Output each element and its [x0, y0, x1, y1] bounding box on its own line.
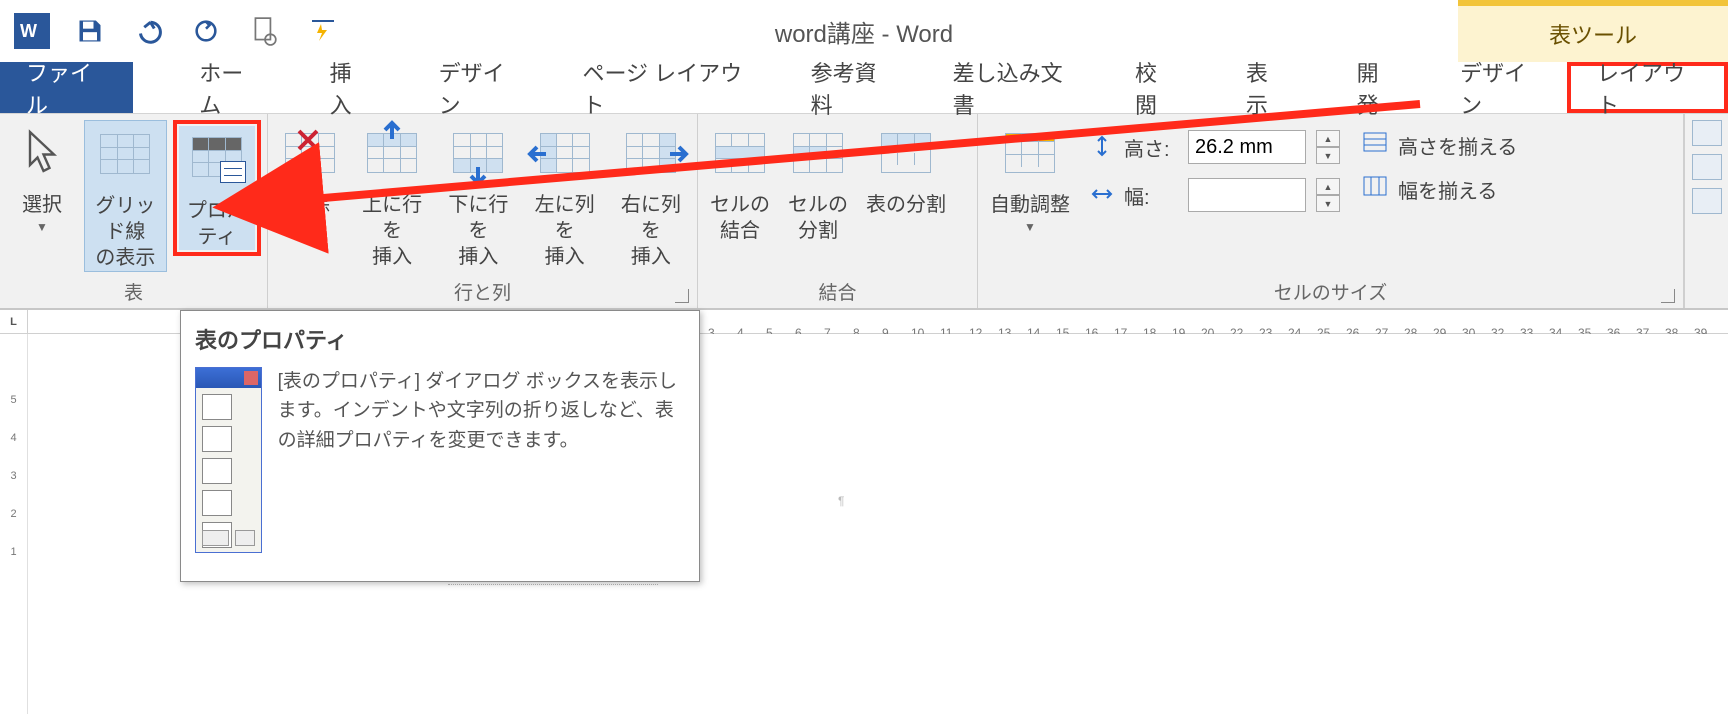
group-cellsize-label: セルのサイズ — [984, 276, 1677, 306]
tab-view[interactable]: 表示 — [1220, 62, 1312, 113]
gridlines-label-2: の表示 — [95, 245, 155, 271]
width-input[interactable] — [1188, 178, 1306, 212]
dialog-launcher-icon[interactable] — [675, 289, 689, 303]
tooltip-title: 表のプロパティ — [195, 323, 685, 355]
insert-col-left-button[interactable]: 左に列を 挿入 — [525, 120, 605, 270]
tab-home[interactable]: ホーム — [173, 62, 285, 113]
quick-access-toolbar: W — [0, 13, 340, 49]
tab-review[interactable]: 校閲 — [1109, 62, 1201, 113]
paragraph-mark-icon: ¶ — [838, 494, 844, 508]
distribute-rows-icon — [1362, 130, 1388, 160]
view-gridlines-button[interactable]: グリッド線 の表示 — [84, 120, 167, 272]
distribute-rows-button[interactable]: 高さを揃える — [1362, 130, 1517, 160]
autofit-button[interactable]: 自動調整 ▼ — [984, 120, 1076, 236]
delete-label: 削除 — [290, 192, 330, 218]
merge-cells-button[interactable]: セルの 結合 — [704, 120, 776, 244]
height-label: 高さ: — [1124, 133, 1178, 162]
save-icon[interactable] — [72, 13, 108, 49]
dialog-launcher-icon[interactable] — [1661, 289, 1675, 303]
tab-table-design[interactable]: デザイン — [1434, 62, 1567, 113]
group-merge-label: 結合 — [704, 276, 971, 306]
properties-highlight: プロパティ — [173, 120, 261, 256]
tooltip-text: [表のプロパティ] ダイアログ ボックスを表示します。インデントや文字列の折り返… — [278, 367, 685, 553]
select-label: 選択 — [22, 192, 62, 218]
tab-table-layout[interactable]: レイアウト — [1567, 62, 1728, 113]
print-preview-icon[interactable] — [246, 13, 282, 49]
insert-row-below-icon — [448, 124, 508, 182]
split-table-icon — [876, 124, 936, 182]
properties-icon — [187, 130, 247, 188]
delete-icon — [280, 124, 340, 182]
merge-cells-icon — [710, 124, 770, 182]
gridlines-label-1: グリッド線 — [91, 193, 160, 245]
vertical-ruler[interactable]: 54321 — [0, 334, 28, 714]
distribute-buttons: 高さを揃える 幅を揃える — [1354, 120, 1525, 214]
tab-references[interactable]: 参考資料 — [785, 62, 918, 113]
select-button[interactable]: 選択 ▼ — [6, 120, 78, 236]
split-cells-icon — [788, 124, 848, 182]
delete-button[interactable]: 削除 ▼ — [274, 120, 346, 236]
insert-row-above-button[interactable]: 上に行を 挿入 — [352, 120, 432, 270]
distribute-cols-button[interactable]: 幅を揃える — [1362, 174, 1517, 204]
insert-col-left-icon — [535, 124, 595, 182]
tab-developer[interactable]: 開発 — [1331, 62, 1423, 113]
properties-label: プロパティ — [185, 198, 249, 250]
height-icon — [1090, 134, 1114, 161]
group-table-label: 表 — [6, 276, 261, 306]
align-top-left-button[interactable] — [1692, 120, 1722, 146]
ruler-corner[interactable]: L — [0, 310, 28, 334]
tooltip: 表のプロパティ [表のプロパティ] ダイアログ ボックスを表示します。インデント… — [180, 310, 700, 582]
dropdown-arrow-icon: ▼ — [36, 220, 48, 236]
insert-col-right-button[interactable]: 右に列を 挿入 — [611, 120, 691, 270]
align-bottom-left-button[interactable] — [1692, 188, 1722, 214]
insert-row-above-icon — [362, 124, 422, 182]
align-mid-left-button[interactable] — [1692, 154, 1722, 180]
alignment-strip — [1684, 114, 1728, 308]
width-label: 幅: — [1124, 181, 1178, 210]
height-input[interactable] — [1188, 130, 1306, 164]
width-spinner[interactable]: ▲▼ — [1316, 178, 1340, 212]
tab-design[interactable]: デザイン — [413, 62, 546, 113]
redo-icon[interactable] — [188, 13, 224, 49]
tab-file[interactable]: ファイル — [0, 62, 133, 113]
word-logo-icon: W — [14, 13, 50, 49]
group-rows-cols: 削除 ▼ 上に行を 挿入 下に行を 挿入 — [268, 114, 698, 308]
group-cell-size: 自動調整 ▼ 高さ: ▲▼ 幅: ▲▼ — [978, 114, 1684, 308]
lightning-icon[interactable] — [304, 13, 340, 49]
split-cells-button[interactable]: セルの 分割 — [782, 120, 854, 244]
dropdown-arrow-icon: ▼ — [1024, 220, 1036, 236]
size-inputs: 高さ: ▲▼ 幅: ▲▼ — [1082, 120, 1348, 222]
split-table-button[interactable]: 表の分割 — [860, 120, 952, 218]
insert-col-right-icon — [621, 124, 681, 182]
title-bar: W word講座 - Word 表ツール — [0, 0, 1728, 62]
tooltip-preview-image — [195, 367, 262, 553]
svg-text:W: W — [20, 21, 37, 41]
cursor-icon — [12, 124, 72, 182]
height-spinner[interactable]: ▲▼ — [1316, 130, 1340, 164]
insert-row-below-button[interactable]: 下に行を 挿入 — [438, 120, 518, 270]
context-tool-tab: 表ツール — [1458, 0, 1728, 62]
group-merge: セルの 結合 セルの 分割 表の分割 結合 — [698, 114, 978, 308]
dropdown-arrow-icon: ▼ — [304, 220, 316, 236]
tab-page-layout[interactable]: ページ レイアウト — [556, 62, 775, 113]
group-table: 選択 ▼ グリッド線 の表示 — [0, 114, 268, 308]
ribbon: 選択 ▼ グリッド線 の表示 — [0, 114, 1728, 310]
window-title: word講座 - Word — [775, 14, 953, 49]
properties-button[interactable]: プロパティ — [179, 126, 255, 250]
tab-mailings[interactable]: 差し込み文書 — [927, 62, 1100, 113]
tab-insert[interactable]: 挿入 — [304, 62, 396, 113]
group-rows-cols-label: 行と列 — [274, 276, 691, 306]
ribbon-tabs: ファイル ホーム 挿入 デザイン ページ レイアウト 参考資料 差し込み文書 校… — [0, 62, 1728, 114]
distribute-cols-icon — [1362, 174, 1388, 204]
width-icon — [1090, 182, 1114, 209]
gridlines-icon — [95, 125, 155, 183]
autofit-icon — [1000, 124, 1060, 182]
undo-icon[interactable] — [130, 13, 166, 49]
